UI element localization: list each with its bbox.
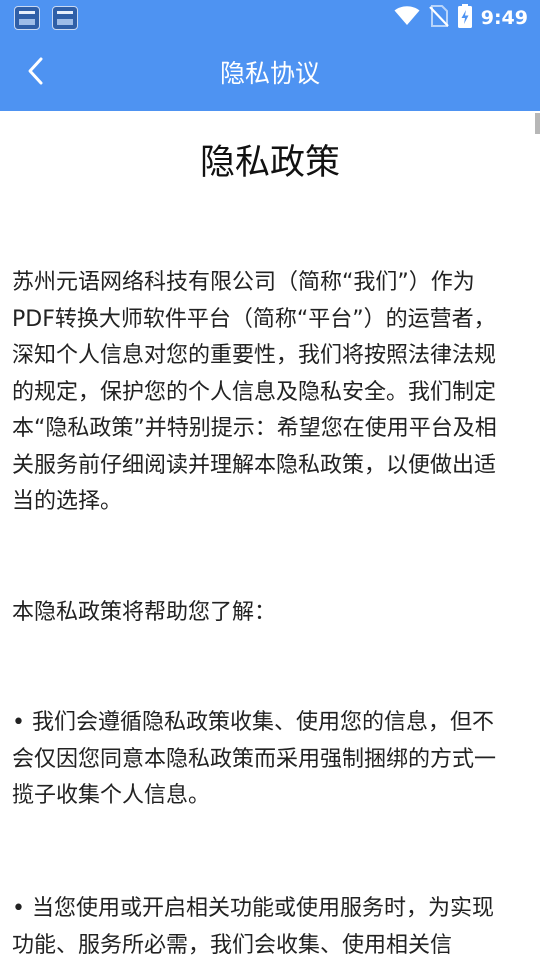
bullet-paragraph: • 当您使用或开启相关功能或使用服务时，为实现功能、服务所必需，我们会收集、使用… — [12, 896, 494, 958]
bullet-paragraph: • 我们会遵循隐私政策收集、使用您的信息，但不会仅因您同意本隐私政策而采用强制捆… — [12, 710, 497, 808]
app-icon — [14, 6, 40, 30]
policy-content[interactable]: 隐私政策 苏州元语网络科技有限公司（简称“我们”）作为PDF转换大师软件平台（简… — [0, 111, 540, 960]
summary-heading: 本隐私政策将帮助您了解： — [12, 600, 277, 625]
privacy-agreement-screen: 9:49 隐私协议 隐私政策 苏州元语网络科技有限公司（简称“我们”）作为PDF… — [0, 0, 540, 960]
document-title: 隐私政策 — [199, 143, 340, 183]
scrollbar-thumb[interactable] — [535, 113, 540, 134]
status-icons: 9:49 — [394, 4, 528, 32]
app-icon — [52, 6, 78, 30]
top-app-bar: 9:49 隐私协议 — [0, 0, 540, 111]
page-title: 隐私协议 — [219, 59, 320, 88]
status-bar: 9:49 — [0, 0, 540, 36]
no-sim-icon — [428, 5, 449, 31]
navigation-bar: 隐私协议 — [0, 36, 540, 111]
battery-charging-icon — [457, 4, 472, 32]
intro-paragraph: 苏州元语网络科技有限公司（简称“我们”）作为PDF转换大师软件平台（简称“平台”… — [12, 270, 497, 514]
wifi-icon — [394, 6, 420, 30]
status-time: 9:49 — [480, 7, 528, 29]
